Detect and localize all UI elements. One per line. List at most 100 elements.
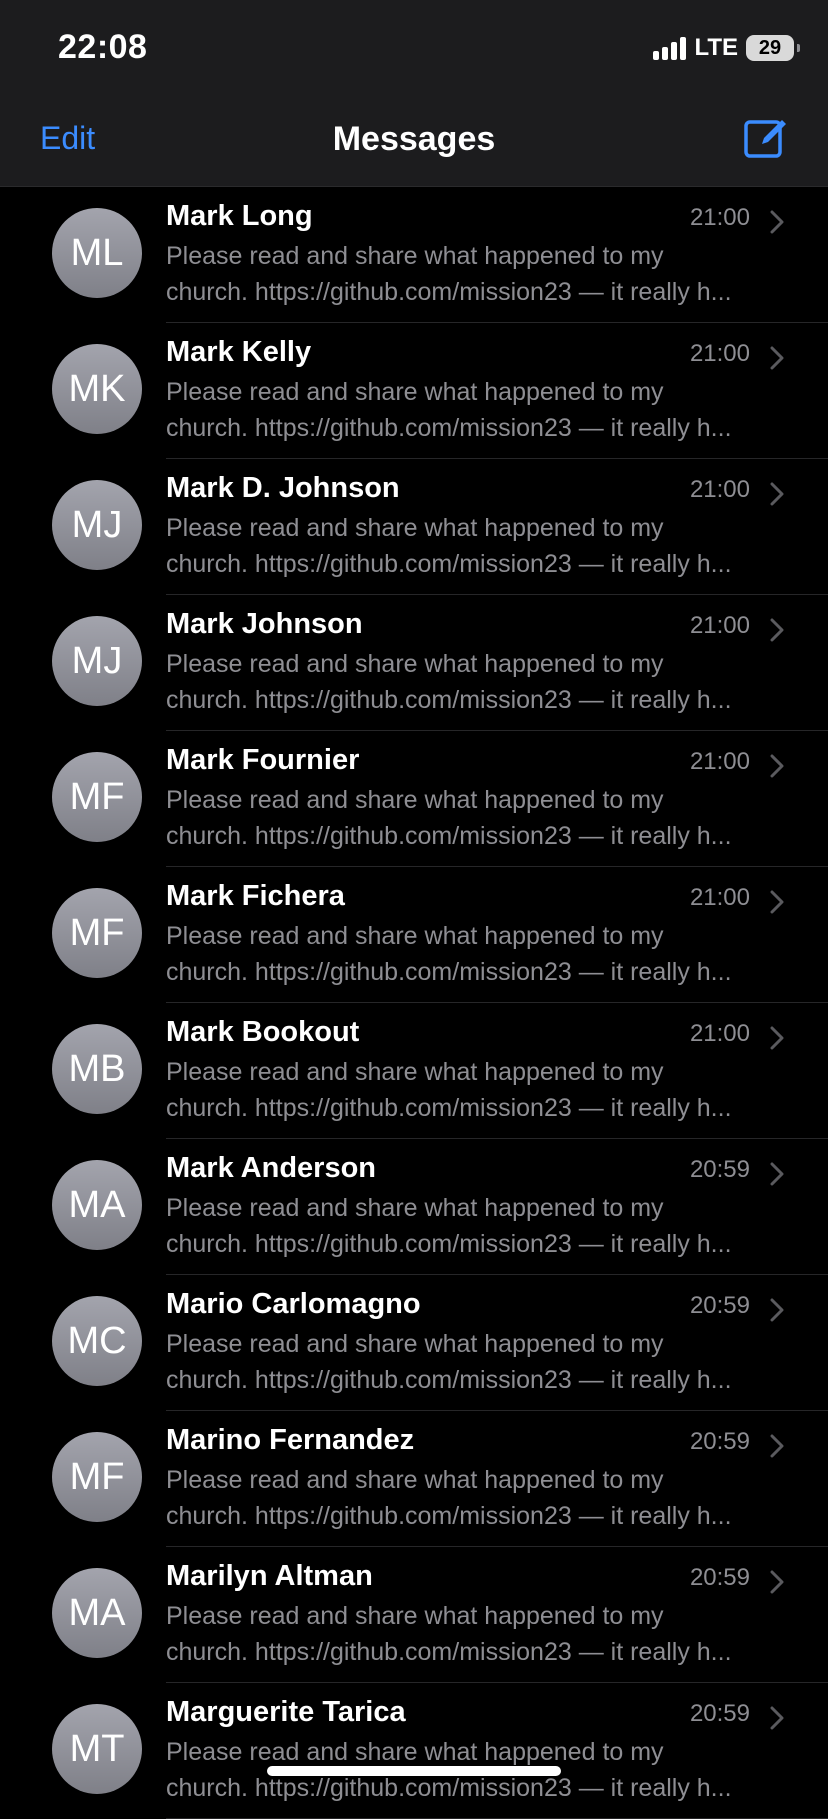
avatar: ML bbox=[52, 208, 142, 298]
message-time: 21:00 bbox=[689, 1020, 750, 1047]
conversation-row[interactable]: MA Marilyn Altman 20:59 Please read and … bbox=[0, 1546, 828, 1683]
conversation-content: Marilyn Altman 20:59 Please read and sha… bbox=[166, 1546, 828, 1683]
conversation-row[interactable]: MF Mark Fichera 21:00 Please read and sh… bbox=[0, 866, 828, 1003]
chevron-right-icon bbox=[770, 1026, 784, 1050]
message-time: 21:00 bbox=[689, 612, 750, 639]
message-preview: Please read and share what happened to m… bbox=[166, 510, 788, 582]
message-preview-line: Please read and share what happened to m… bbox=[166, 922, 664, 950]
avatar: MF bbox=[52, 752, 142, 842]
conversation-row[interactable]: MA Mark Anderson 20:59 Please read and s… bbox=[0, 1138, 828, 1275]
chevron-right-icon bbox=[770, 1162, 784, 1186]
message-preview: Please read and share what happened to m… bbox=[166, 1054, 788, 1126]
conversation-row[interactable]: MK Mark Kelly 21:00 Please read and shar… bbox=[0, 322, 828, 459]
message-time: 21:00 bbox=[689, 884, 750, 911]
message-time: 21:00 bbox=[689, 476, 750, 503]
message-time: 20:59 bbox=[689, 1428, 750, 1455]
conversation-row[interactable]: MF Marino Fernandez 20:59 Please read an… bbox=[0, 1410, 828, 1547]
conversation-content: Mark Bookout 21:00 Please read and share… bbox=[166, 1002, 828, 1139]
conversation-content: Mark Johnson 21:00 Please read and share… bbox=[166, 594, 828, 731]
home-indicator[interactable] bbox=[267, 1766, 561, 1776]
conversation-row[interactable]: MF Mark Fournier 21:00 Please read and s… bbox=[0, 730, 828, 867]
message-time: 21:00 bbox=[689, 748, 750, 775]
contact-name: Marino Fernandez bbox=[166, 1424, 415, 1456]
message-preview-line: Please read and share what happened to m… bbox=[166, 1738, 664, 1766]
message-preview-line: church. https://github.com/mission23 — i… bbox=[166, 550, 732, 578]
avatar: MA bbox=[52, 1568, 142, 1658]
avatar: MF bbox=[52, 1432, 142, 1522]
compose-icon[interactable] bbox=[742, 114, 790, 162]
contact-name: Mark Long bbox=[166, 200, 313, 232]
message-time: 20:59 bbox=[689, 1700, 750, 1727]
conversation-content: Mark Long 21:00 Please read and share wh… bbox=[166, 186, 828, 323]
conversation-content: Mark Anderson 20:59 Please read and shar… bbox=[166, 1138, 828, 1275]
contact-name: Mark Kelly bbox=[166, 336, 312, 368]
chevron-right-icon bbox=[770, 754, 784, 778]
message-time: 20:59 bbox=[689, 1292, 750, 1319]
avatar-initials: MF bbox=[69, 775, 125, 818]
message-preview-line: Please read and share what happened to m… bbox=[166, 378, 664, 406]
avatar-initials: MF bbox=[69, 1455, 125, 1498]
contact-name: Mark Anderson bbox=[166, 1152, 377, 1184]
avatar: MJ bbox=[52, 480, 142, 570]
chevron-right-icon bbox=[770, 618, 784, 642]
message-preview-line: Please read and share what happened to m… bbox=[166, 786, 664, 814]
avatar-initials: ML bbox=[70, 231, 124, 274]
message-preview-line: church. https://github.com/mission23 — i… bbox=[166, 414, 732, 442]
navigation-bar: 22:08 LTE 29 Edit Messages bbox=[0, 0, 828, 187]
message-time: 21:00 bbox=[689, 340, 750, 367]
avatar: MA bbox=[52, 1160, 142, 1250]
avatar-initials: MA bbox=[68, 1591, 126, 1634]
avatar: MC bbox=[52, 1296, 142, 1386]
message-preview-line: Please read and share what happened to m… bbox=[166, 1602, 664, 1630]
contact-name: Mark Bookout bbox=[166, 1016, 360, 1048]
message-preview-line: church. https://github.com/mission23 — i… bbox=[166, 958, 732, 986]
conversation-content: Mario Carlomagno 20:59 Please read and s… bbox=[166, 1274, 828, 1411]
contact-name: Mark Fichera bbox=[166, 880, 345, 912]
chevron-right-icon bbox=[770, 482, 784, 506]
message-preview-line: church. https://github.com/mission23 — i… bbox=[166, 822, 732, 850]
message-preview-line: church. https://github.com/mission23 — i… bbox=[166, 686, 732, 714]
message-preview: Please read and share what happened to m… bbox=[166, 238, 788, 310]
conversation-row[interactable]: MC Mario Carlomagno 20:59 Please read an… bbox=[0, 1274, 828, 1411]
conversation-row[interactable]: ML Mark Long 21:00 Please read and share… bbox=[0, 186, 828, 323]
message-preview-line: Please read and share what happened to m… bbox=[166, 1194, 664, 1222]
message-preview: Please read and share what happened to m… bbox=[166, 1326, 788, 1398]
message-preview-line: church. https://github.com/mission23 — i… bbox=[166, 1094, 732, 1122]
avatar: MJ bbox=[52, 616, 142, 706]
battery-level: 29 bbox=[758, 36, 782, 59]
avatar-initials: MJ bbox=[71, 503, 123, 546]
avatar-initials: MB bbox=[68, 1047, 126, 1090]
conversation-content: Mark Fichera 21:00 Please read and share… bbox=[166, 866, 828, 1003]
message-preview-line: Please read and share what happened to m… bbox=[166, 1058, 664, 1086]
network-type: LTE bbox=[694, 34, 738, 61]
conversation-content: Mark Kelly 21:00 Please read and share w… bbox=[166, 322, 828, 459]
chevron-right-icon bbox=[770, 1570, 784, 1594]
message-time: 20:59 bbox=[689, 1564, 750, 1591]
message-preview-line: church. https://github.com/mission23 — i… bbox=[166, 1502, 732, 1530]
avatar: MB bbox=[52, 1024, 142, 1114]
avatar: MF bbox=[52, 888, 142, 978]
conversation-row[interactable]: MT Marguerite Tarica 20:59 Please read a… bbox=[0, 1682, 828, 1819]
conversation-row[interactable]: MJ Mark D. Johnson 21:00 Please read and… bbox=[0, 458, 828, 595]
message-time: 21:00 bbox=[689, 204, 750, 231]
conversation-row[interactable]: MJ Mark Johnson 21:00 Please read and sh… bbox=[0, 594, 828, 731]
contact-name: Mark Johnson bbox=[166, 608, 363, 640]
conversation-content: Mark D. Johnson 21:00 Please read and sh… bbox=[166, 458, 828, 595]
avatar-initials: MC bbox=[67, 1319, 127, 1362]
message-preview: Please read and share what happened to m… bbox=[166, 782, 788, 854]
contact-name: Marguerite Tarica bbox=[166, 1696, 406, 1728]
conversation-content: Mark Fournier 21:00 Please read and shar… bbox=[166, 730, 828, 867]
message-preview-line: Please read and share what happened to m… bbox=[166, 650, 664, 678]
contact-name: Marilyn Altman bbox=[166, 1560, 373, 1592]
message-preview: Please read and share what happened to m… bbox=[166, 374, 788, 446]
page-title: Messages bbox=[332, 120, 496, 158]
message-preview-line: Please read and share what happened to m… bbox=[166, 1330, 664, 1358]
avatar: MT bbox=[52, 1704, 142, 1794]
avatar-initials: MJ bbox=[71, 639, 123, 682]
chevron-right-icon bbox=[770, 890, 784, 914]
conversation-row[interactable]: MB Mark Bookout 21:00 Please read and sh… bbox=[0, 1002, 828, 1139]
avatar: MK bbox=[52, 344, 142, 434]
cellular-signal-icon bbox=[653, 36, 687, 60]
message-preview-line: church. https://github.com/mission23 — i… bbox=[166, 1366, 732, 1394]
chevron-right-icon bbox=[770, 1706, 784, 1730]
